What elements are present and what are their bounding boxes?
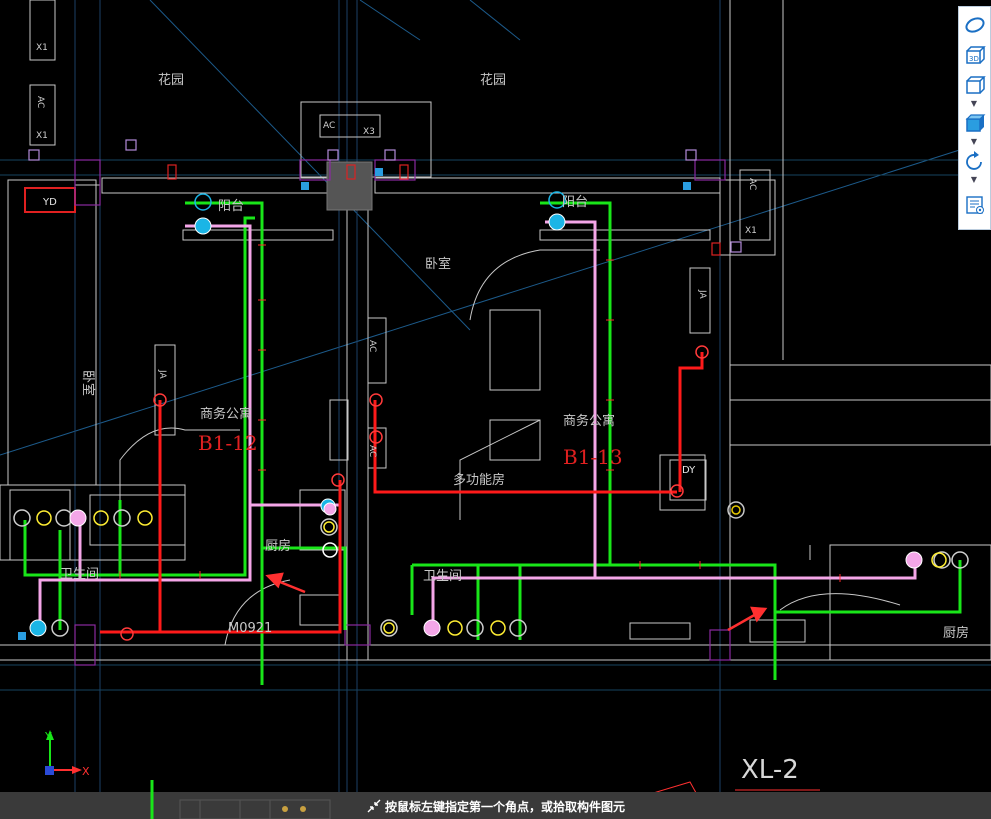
label-multi-room: 多功能房 [453,472,505,488]
label-kitchen-right: 厨房 [943,625,969,641]
label-garden-left: 花园 [158,72,184,88]
pick-cursor-icon [367,799,381,813]
cad-drawing-canvas[interactable]: 花园 花园 阳台 阳台 卧室 商务公寓 商务公寓 B1-12 B1-13 多功能… [0,0,991,819]
walls [0,0,991,661]
label-dy: DY [682,465,696,476]
label-bedroom-side: 卧室 [80,370,96,396]
axis-y-label: Y [44,730,52,743]
properties-list-icon[interactable] [962,193,988,217]
label-balcony-left: 阳台 [218,199,244,214]
label-ac-left-top: AC [35,96,45,108]
label-x1-right: X1 [745,226,757,236]
label-bathroom-right: 卫生间 [423,569,462,584]
view-toolbar: 3D ▼ ▼ ▼ [958,6,991,230]
label-riser: XL-2 [741,755,799,785]
label-door-code: M0921 [228,621,272,636]
label-bedroom: 卧室 [425,256,451,272]
view-cube-dropdown-caret[interactable]: ▼ [969,138,979,146]
label-office-apt-right: 商务公寓 [563,413,615,429]
label-kitchen-left: 厨房 [265,538,291,554]
label-yd: YD [42,197,57,208]
label-garden-right: 花园 [480,72,506,88]
status-message: 按鼠标左键指定第一个角点，或拾取构件图元 [367,797,625,815]
label-ja-mid: AC [367,340,377,352]
label-x1-left-b: X1 [36,131,48,141]
label-ja-mid2: AC [367,445,377,457]
annotation-arrows [265,572,768,632]
label-ja-right: JA [697,289,707,299]
rotate-dropdown-caret[interactable]: ▼ [969,176,979,184]
view-box-dropdown-caret[interactable]: ▼ [969,100,979,108]
label-ac-right: AC [747,178,757,190]
view-3d-icon[interactable]: 3D [962,43,988,67]
purple-frames [74,159,731,666]
label-ac-x3-ac: AC [323,121,335,131]
status-message-text: 按鼠标左键指定第一个角点，或拾取构件图元 [385,799,626,814]
label-unit-right: B1-13 [563,445,623,469]
label-ac-x3-x: X3 [363,127,375,137]
label-bathroom-left: 卫生间 [60,567,99,582]
view-3d-text: 3D [969,55,979,63]
label-ja-left: JA [157,369,167,379]
guide-lines [0,0,991,792]
view-cube-icon[interactable] [962,111,988,135]
view-box-icon[interactable] [962,73,988,97]
label-balcony-right: 阳台 [562,195,588,210]
label-office-apt-left: 商务公寓 [200,406,252,422]
orbit-icon[interactable] [962,13,988,37]
green-pipes [23,201,962,792]
label-x1-left-a: X1 [36,43,48,53]
rotate-icon[interactable] [962,149,988,173]
axis-x-label: X [82,765,90,778]
label-unit-left: B1-12 [198,431,258,455]
